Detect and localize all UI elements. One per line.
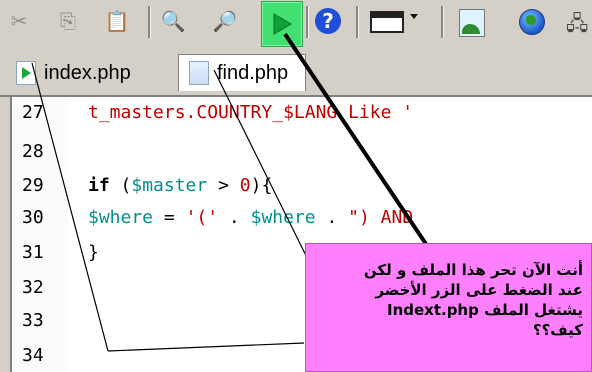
php-file-icon (16, 61, 36, 85)
image-icon[interactable] (459, 9, 485, 37)
line-number: 30 (22, 207, 44, 228)
chevron-down-icon[interactable] (410, 14, 418, 19)
toolbar-separator (148, 6, 151, 38)
tab-index-php[interactable]: index.php (6, 58, 168, 88)
find-icon[interactable]: 🔍 (160, 8, 186, 34)
line-number: 34 (22, 345, 44, 366)
annotation-text: أنت الآن تحر هذا الملف و لكن عند الضغط ع… (363, 261, 583, 339)
cut-icon[interactable]: ✂ (6, 8, 32, 34)
code-line[interactable]: } (88, 242, 99, 263)
code-line[interactable]: $where = '(' . $where . ") AND (88, 207, 413, 228)
line-number: 27 (22, 102, 44, 123)
tab-label: index.php (44, 61, 131, 84)
toolbar-separator (356, 6, 359, 38)
line-number: 29 (22, 175, 44, 196)
find-next-icon[interactable]: 🔎 (212, 8, 238, 34)
line-number: 28 (22, 141, 44, 162)
toolbar: ✂ ⎘ 📋 🔍 🔎 ? 🖧 (0, 0, 592, 49)
tab-find-php[interactable]: find.php (178, 54, 306, 91)
code-line[interactable]: t_masters.COUNTRY_$LANG Like ' (88, 102, 413, 123)
toolbar-separator (441, 6, 444, 38)
line-number: 33 (22, 310, 44, 331)
window-icon[interactable] (370, 11, 404, 33)
run-button[interactable] (261, 1, 303, 47)
line-number: 31 (22, 242, 44, 263)
paste-icon[interactable]: 📋 (104, 8, 130, 34)
line-number: 32 (22, 277, 44, 298)
file-icon (189, 61, 209, 85)
network-icon[interactable]: 🖧 (566, 9, 588, 43)
toolbar-separator (306, 6, 309, 38)
tab-label: find.php (217, 61, 289, 84)
play-icon (273, 13, 292, 35)
code-line[interactable]: if ($master > 0){ (88, 175, 272, 196)
copy-icon[interactable]: ⎘ (55, 8, 81, 34)
help-icon[interactable]: ? (315, 8, 341, 34)
annotation-callout: أنت الآن تحر هذا الملف و لكن عند الضغط ع… (305, 243, 592, 372)
globe-icon[interactable] (519, 9, 545, 35)
tab-strip: index.php find.php (0, 48, 592, 97)
